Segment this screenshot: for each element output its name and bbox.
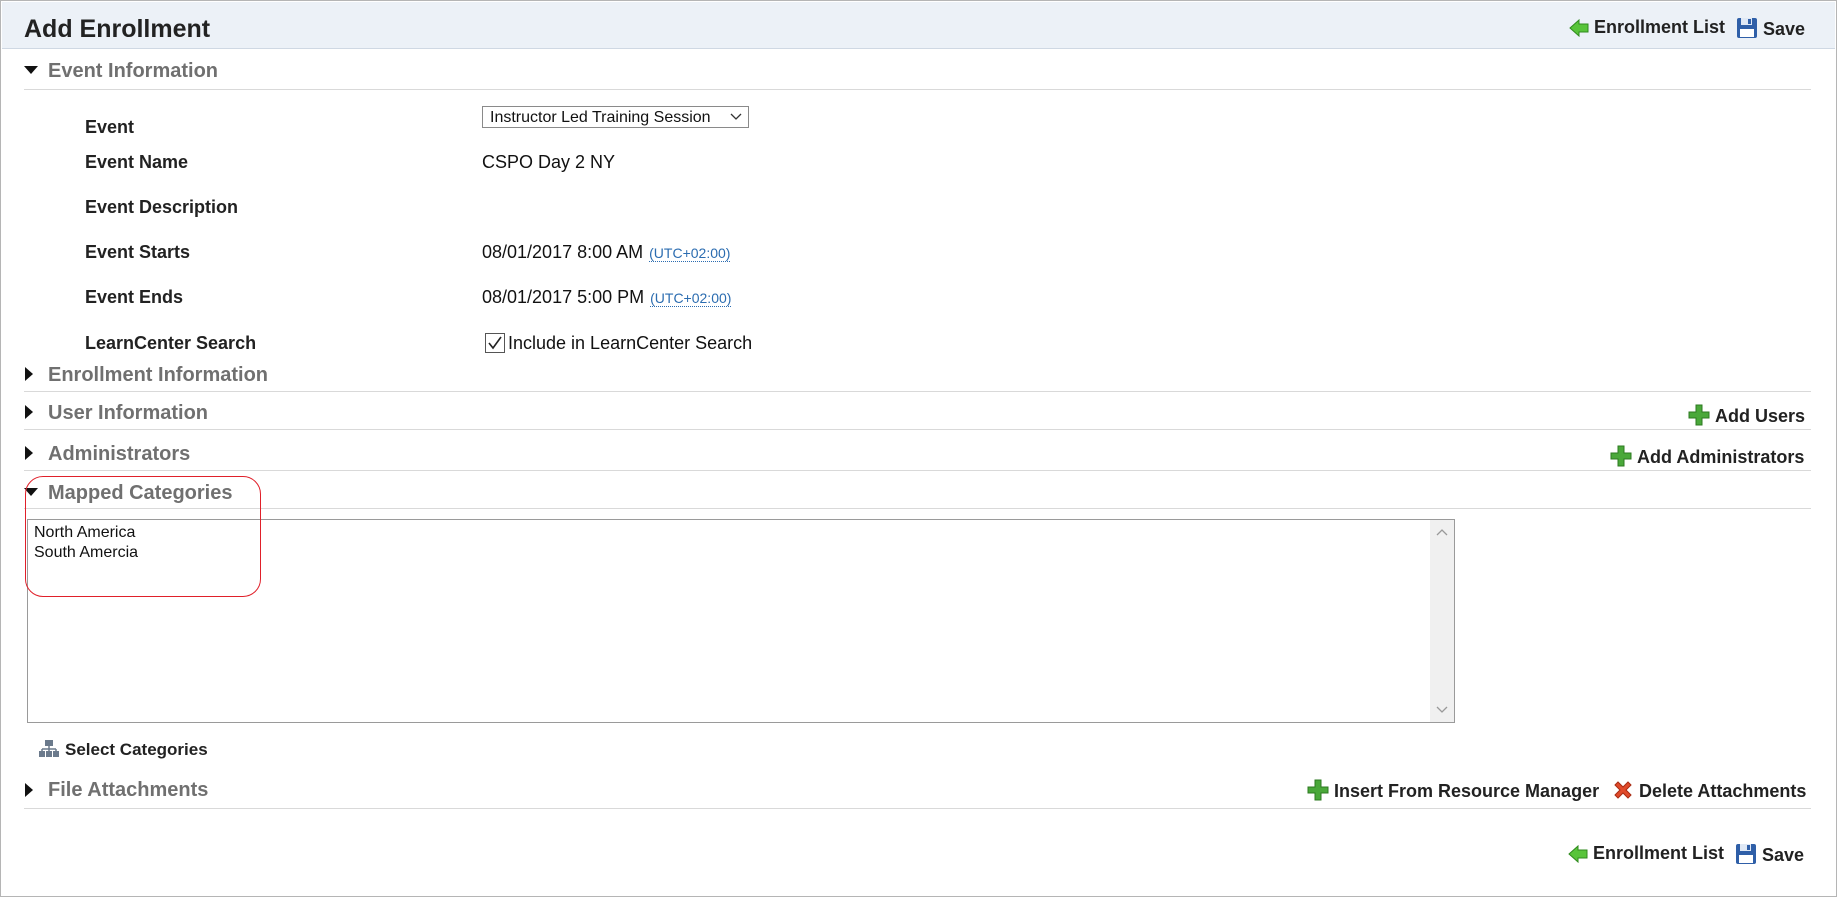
event-starts-value: 08/01/2017 8:00 AM (UTC+02:00): [482, 242, 731, 263]
add-administrators-button[interactable]: Add Administrators: [1610, 445, 1804, 468]
event-description-label: Event Description: [85, 197, 239, 217]
delete-attachments-label: Delete Attachments: [1639, 781, 1807, 801]
learncenter-search-checkbox[interactable]: [485, 333, 505, 353]
category-tree-icon: [39, 740, 59, 757]
back-arrow-icon: [1569, 18, 1589, 38]
add-users-label: Add Users: [1715, 406, 1806, 426]
checkmark-icon: [488, 336, 502, 350]
green-plus-icon: [1688, 404, 1710, 426]
expand-triangle-icon: [25, 405, 33, 419]
enrollment-list-button[interactable]: Enrollment List: [1569, 17, 1725, 38]
event-ends-value: 08/01/2017 5:00 PM (UTC+02:00): [482, 287, 732, 308]
annotation-highlight: [25, 476, 261, 597]
section-administrators[interactable]: Administrators: [24, 438, 1811, 471]
green-plus-icon: [1610, 445, 1632, 467]
event-type-select[interactable]: Instructor Led Training Session: [482, 106, 749, 128]
page-title: Add Enrollment: [24, 15, 211, 43]
scroll-up-icon[interactable]: [1436, 528, 1448, 536]
enrollment-list-label: Enrollment List: [1594, 17, 1726, 37]
event-type-value: Instructor Led Training Session: [490, 109, 711, 126]
section-enrollment-information[interactable]: Enrollment Information: [24, 359, 1811, 392]
section-title-event-information: Event Information: [48, 60, 219, 82]
page-header: Add Enrollment Enrollment List Save: [2, 2, 1835, 49]
save-button[interactable]: Save: [1736, 17, 1805, 40]
vertical-scrollbar[interactable]: [1430, 520, 1454, 722]
insert-from-resource-manager-label: Insert From Resource Manager: [1334, 781, 1600, 801]
footer-enrollment-list-label: Enrollment List: [1593, 843, 1725, 863]
expand-triangle-icon: [25, 367, 33, 381]
delete-attachments-button[interactable]: Delete Attachments: [1612, 779, 1806, 802]
event-starts-datetime: 08/01/2017 8:00 AM: [482, 242, 644, 262]
section-title-administrators: Administrators: [48, 443, 191, 465]
section-mapped-categories[interactable]: Mapped Categories: [24, 477, 1811, 509]
footer-enrollment-list-button[interactable]: Enrollment List: [1568, 843, 1724, 864]
green-plus-icon: [1307, 779, 1329, 801]
event-ends-datetime: 08/01/2017 5:00 PM: [482, 287, 645, 307]
learncenter-search-option: Include in LearnCenter Search: [485, 333, 752, 354]
section-event-information[interactable]: Event Information: [24, 55, 1811, 90]
select-categories-label: Select Categories: [65, 740, 208, 759]
learncenter-search-label: LearnCenter Search: [85, 333, 257, 353]
event-ends-label: Event Ends: [85, 287, 184, 307]
expand-triangle-icon: [25, 446, 33, 460]
insert-from-resource-manager-button[interactable]: Insert From Resource Manager: [1307, 779, 1599, 802]
event-name-value: CSPO Day 2 NY: [482, 152, 616, 172]
event-name-label: Event Name: [85, 152, 189, 172]
save-label: Save: [1763, 19, 1806, 39]
section-user-information[interactable]: User Information: [24, 397, 1811, 430]
event-label: Event: [85, 117, 135, 137]
section-title-file-attachments: File Attachments: [48, 779, 209, 801]
back-arrow-icon: [1568, 844, 1588, 864]
event-starts-label: Event Starts: [85, 242, 191, 262]
add-users-button[interactable]: Add Users: [1688, 404, 1805, 427]
event-starts-timezone-link[interactable]: (UTC+02:00): [649, 245, 731, 262]
learncenter-search-checkbox-label[interactable]: Include in LearnCenter Search: [508, 333, 752, 353]
footer-save-label: Save: [1762, 845, 1805, 865]
floppy-disk-icon: [1737, 18, 1757, 38]
app-window: Add Enrollment Enrollment List Save Even…: [0, 0, 1837, 897]
collapse-triangle-icon: [24, 66, 38, 74]
section-title-user-information: User Information: [48, 402, 209, 424]
event-ends-timezone-link[interactable]: (UTC+02:00): [650, 290, 732, 307]
red-x-icon: [1614, 781, 1632, 799]
chevron-down-icon: [730, 113, 742, 120]
floppy-disk-icon: [1736, 844, 1756, 864]
section-title-enrollment-information: Enrollment Information: [48, 364, 268, 386]
add-administrators-label: Add Administrators: [1637, 447, 1805, 467]
expand-triangle-icon: [25, 783, 33, 797]
scroll-down-icon[interactable]: [1436, 706, 1448, 714]
footer-save-button[interactable]: Save: [1735, 843, 1804, 866]
select-categories-button[interactable]: Select Categories: [38, 739, 208, 760]
